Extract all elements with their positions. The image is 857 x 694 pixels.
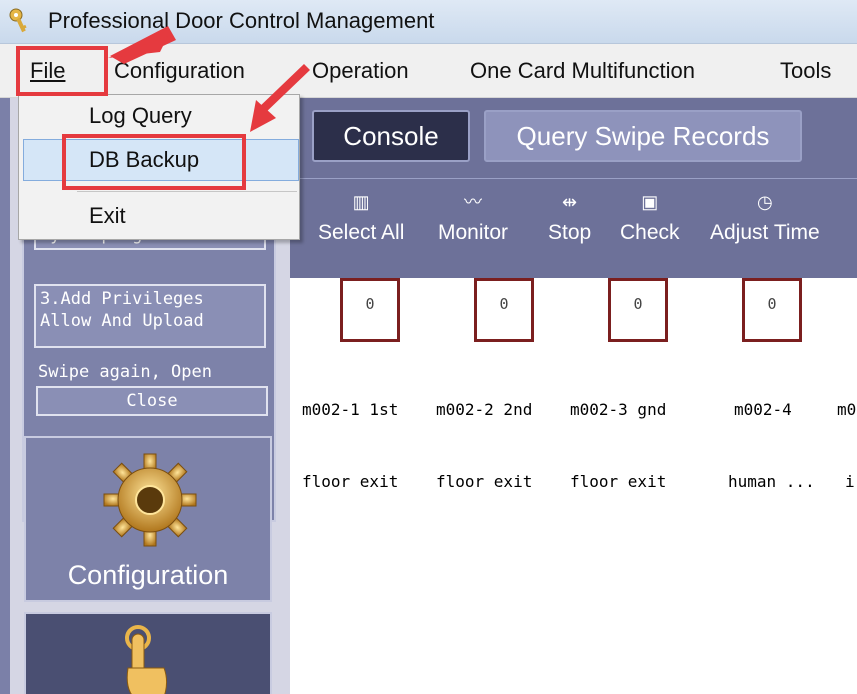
arrow-to-db-backup-icon bbox=[250, 64, 310, 132]
annotation-arrows bbox=[108, 26, 310, 132]
arrow-to-file-icon bbox=[108, 26, 176, 64]
